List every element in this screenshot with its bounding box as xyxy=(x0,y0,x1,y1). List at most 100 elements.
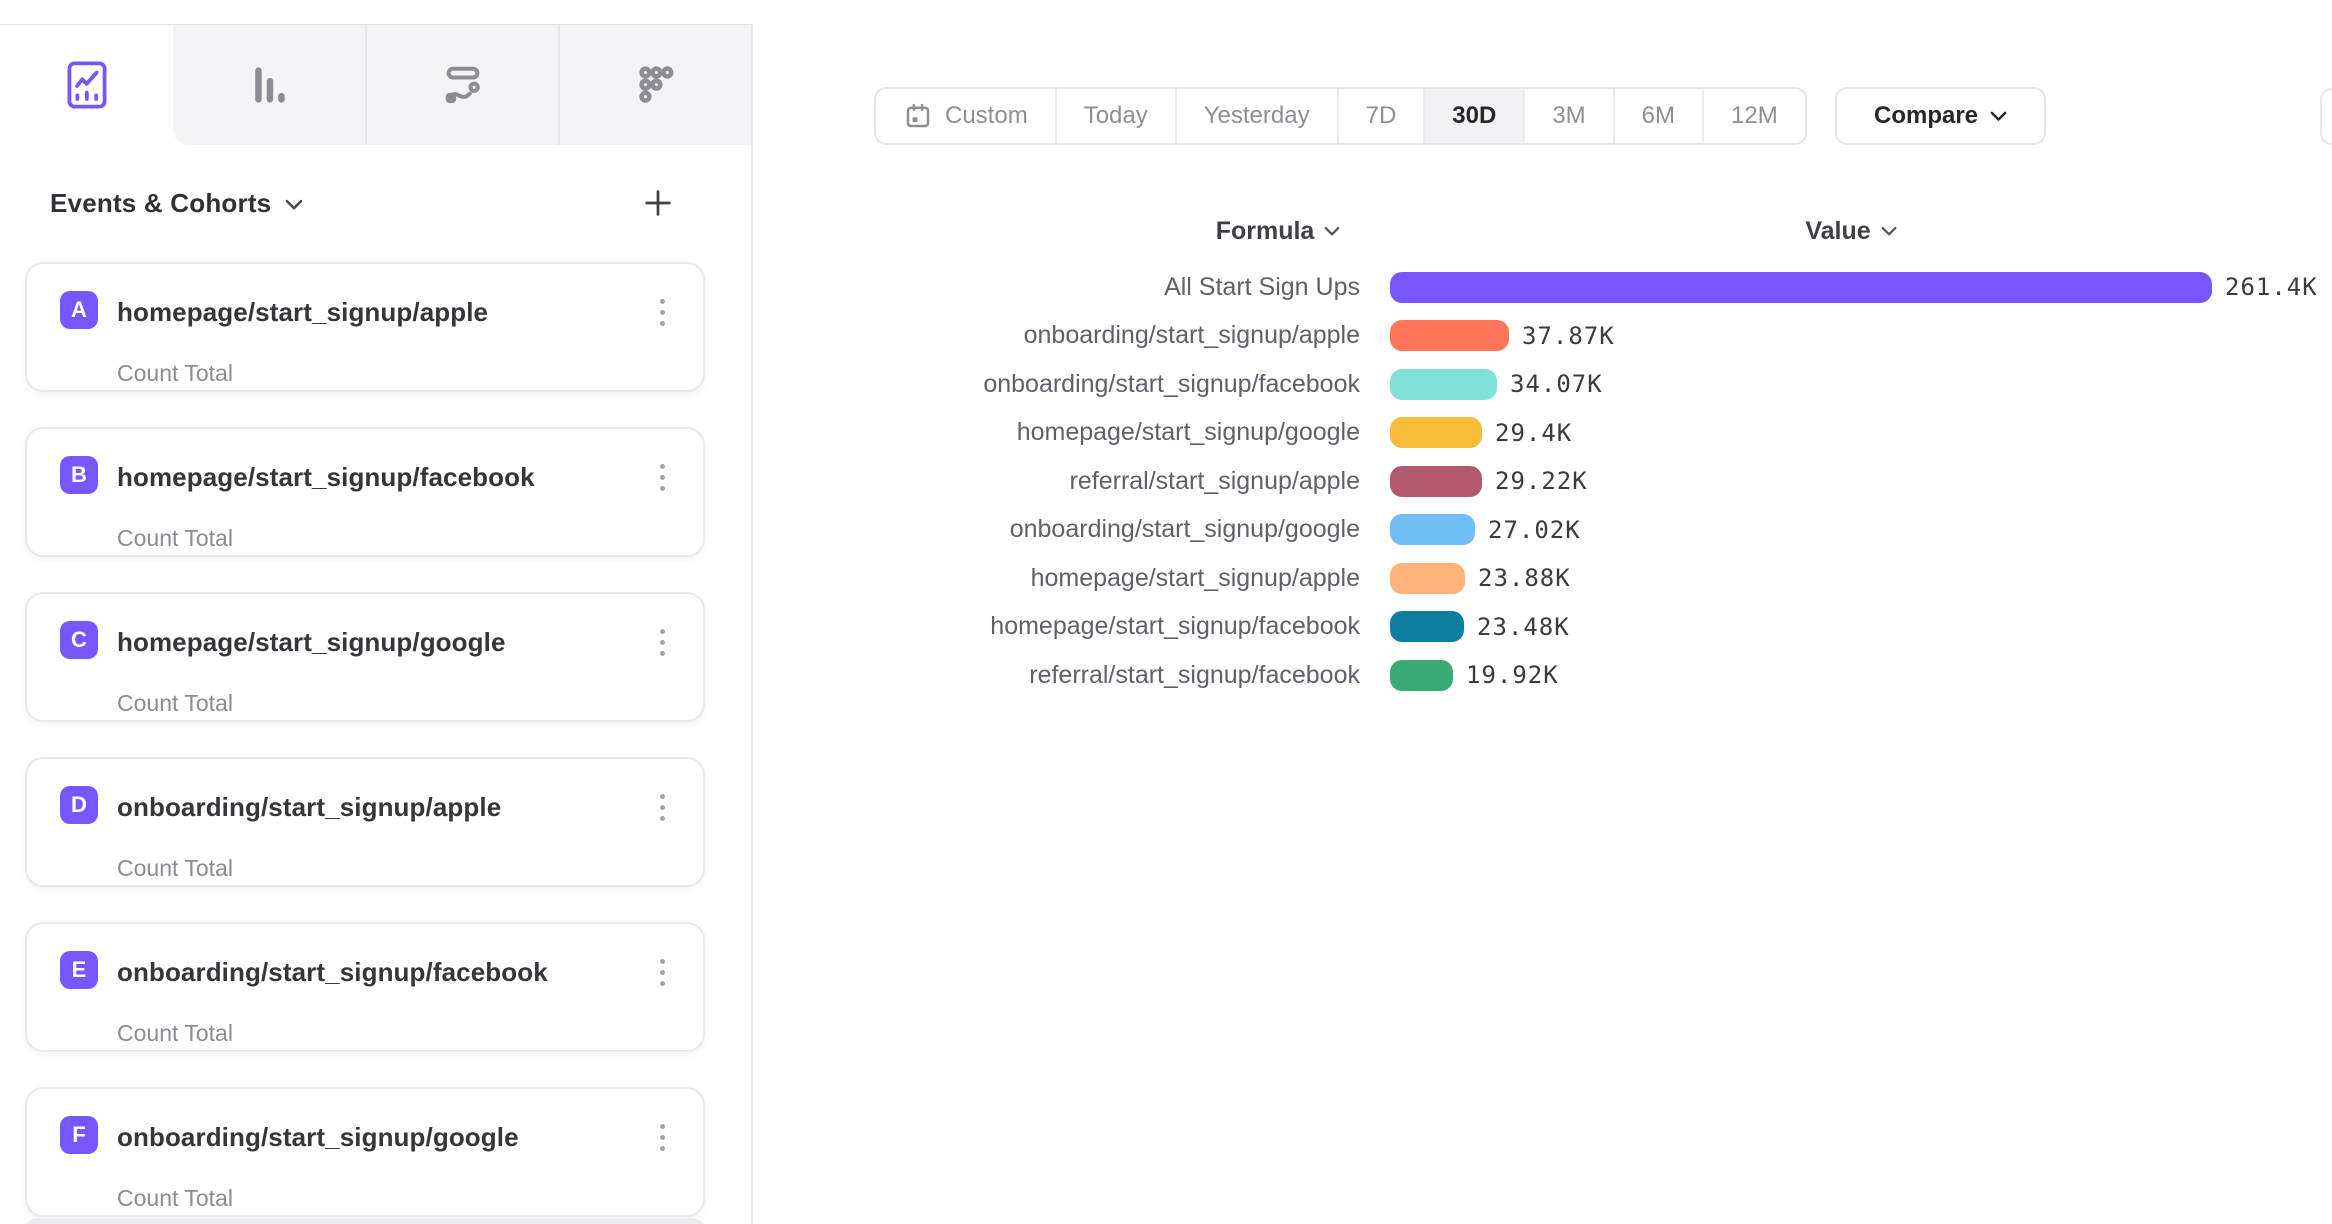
kebab-menu-icon[interactable] xyxy=(647,1119,677,1155)
series-bar[interactable] xyxy=(1390,514,1475,545)
event-card-F[interactable]: Fonboarding/start_signup/google Count Tot… xyxy=(25,1087,705,1217)
kebab-menu-icon[interactable] xyxy=(647,789,677,825)
date-range-control: Custom TodayYesterday7D30D3M6M12M xyxy=(874,87,1807,145)
series-value: 34.07K xyxy=(1510,370,1603,398)
series-value: 37.87K xyxy=(1522,322,1615,350)
series-bar[interactable] xyxy=(1390,611,1464,642)
kebab-menu-icon[interactable] xyxy=(647,294,677,330)
kebab-menu-icon[interactable] xyxy=(647,624,677,660)
bar-chart: All Start Sign Ups 261.4K onboarding/start… xyxy=(760,263,2318,700)
series-label[interactable]: onboarding/start_signup/google xyxy=(760,515,1360,544)
sidebar-header: Events & Cohorts xyxy=(50,178,680,228)
date-range-3m[interactable]: 3M xyxy=(1525,89,1614,143)
series-label[interactable]: onboarding/start_signup/apple xyxy=(760,321,1360,350)
event-measure[interactable]: Count Total xyxy=(117,360,233,387)
event-name: homepage/start_signup/google xyxy=(117,627,506,658)
chart-row: homepage/start_signup/facebook23.48K xyxy=(760,603,2318,652)
event-name: onboarding/start_signup/facebook xyxy=(117,957,548,988)
event-card-C[interactable]: Chomepage/start_signup/googleCount Total xyxy=(25,592,705,722)
event-name: homepage/start_signup/apple xyxy=(117,297,488,328)
tab-flows[interactable] xyxy=(367,25,559,145)
value-column-header[interactable]: Value xyxy=(1701,213,2001,249)
series-label[interactable]: homepage/start_signup/apple xyxy=(760,564,1360,593)
series-bar[interactable] xyxy=(1390,466,1482,497)
inactive-tabs-group xyxy=(173,25,752,145)
chevron-down-icon xyxy=(1881,226,1897,237)
date-range-custom[interactable]: Custom xyxy=(876,89,1057,143)
series-value: 29.22K xyxy=(1495,467,1588,495)
value-header-label: Value xyxy=(1805,217,1870,246)
event-card-D[interactable]: Donboarding/start_signup/appleCount Tota… xyxy=(25,757,705,887)
series-label[interactable]: homepage/start_signup/google xyxy=(760,418,1360,447)
series-label[interactable]: All Start Sign Ups xyxy=(760,273,1360,302)
chart-row: homepage/start_signup/apple 23.88K xyxy=(760,554,2318,603)
chevron-down-icon xyxy=(285,199,303,211)
event-letter-badge: A xyxy=(60,291,98,329)
event-letter-badge: B xyxy=(60,456,98,494)
series-bar[interactable] xyxy=(1390,369,1497,400)
date-range-30d[interactable]: 30D xyxy=(1425,89,1525,143)
date-range-6m[interactable]: 6M xyxy=(1615,89,1704,143)
tab-retention[interactable] xyxy=(560,25,752,145)
series-bar[interactable] xyxy=(1390,417,1482,448)
insights-report-app: Events & Cohorts Ahomepage/start_signup/… xyxy=(0,0,2332,1224)
event-name: onboarding/start_signup/apple xyxy=(117,792,501,823)
series-bar[interactable] xyxy=(1390,563,1465,594)
series-label[interactable]: homepage/start_signup/facebook xyxy=(760,612,1360,641)
series-value: 29.4K xyxy=(1495,419,1572,447)
tab-bar-chart[interactable] xyxy=(173,25,365,145)
series-label[interactable]: onboarding/start_signup/facebook xyxy=(760,370,1360,399)
chart-row: onboarding/start_signup/apple 37.87K xyxy=(760,312,2318,361)
chart-type-tabbar xyxy=(0,24,752,145)
series-value: 23.88K xyxy=(1478,564,1571,592)
series-label[interactable]: referral/start_signup/apple xyxy=(760,467,1360,496)
chart-row: referral/start_signup/facebook 19.92K xyxy=(760,651,2318,700)
event-name: onboarding/start_signup/google xyxy=(117,1122,519,1153)
chevron-down-icon xyxy=(1990,111,2007,122)
event-measure[interactable]: Count Total xyxy=(117,855,233,882)
event-card-B[interactable]: Bhomepage/start_signup/facebook Count Tot… xyxy=(25,427,705,557)
next-card-peek xyxy=(25,1218,705,1224)
compare-label: Compare xyxy=(1874,102,1978,130)
chart-row: homepage/start_signup/google 29.4K xyxy=(760,409,2318,458)
bar-chart-icon xyxy=(246,62,292,108)
event-letter-badge: E xyxy=(60,951,98,989)
date-range-label: Custom xyxy=(945,102,1028,130)
event-card-E[interactable]: Eonboarding/start_signup/facebook Count T… xyxy=(25,922,705,1052)
series-label[interactable]: referral/start_signup/facebook xyxy=(760,661,1360,690)
tab-line-chart[interactable] xyxy=(0,25,173,145)
date-range-today[interactable]: Today xyxy=(1057,89,1177,143)
add-event-button[interactable] xyxy=(636,181,680,225)
series-value: 261.4K xyxy=(2225,273,2318,301)
date-range-yesterday[interactable]: Yesterday xyxy=(1177,89,1339,143)
chart-row: onboarding/start_signup/google 27.02K xyxy=(760,506,2318,555)
compare-button[interactable]: Compare xyxy=(1835,87,2046,145)
series-bar[interactable] xyxy=(1390,320,1509,351)
event-card-list: Ahomepage/start_signup/appleCount TotalB… xyxy=(25,262,705,1217)
clipped-edge-button[interactable] xyxy=(2320,88,2332,145)
series-bar[interactable] xyxy=(1390,272,2212,303)
event-name: homepage/start_signup/facebook xyxy=(117,462,535,493)
event-measure[interactable]: Count Total xyxy=(117,690,233,717)
kebab-menu-icon[interactable] xyxy=(647,459,677,495)
series-bar[interactable] xyxy=(1390,660,1453,691)
event-card-A[interactable]: Ahomepage/start_signup/apple Count Total xyxy=(25,262,705,392)
formula-header-label: Formula xyxy=(1216,217,1315,246)
event-measure[interactable]: Count Total xyxy=(117,525,233,552)
series-value: 27.02K xyxy=(1488,516,1581,544)
chart-row: referral/start_signup/apple 29.22K xyxy=(760,457,2318,506)
events-cohorts-title[interactable]: Events & Cohorts xyxy=(50,188,271,219)
line-chart-icon xyxy=(63,59,111,111)
date-range-7d[interactable]: 7D xyxy=(1339,89,1426,143)
event-measure[interactable]: Count Total xyxy=(117,1020,233,1047)
retention-icon xyxy=(633,62,679,108)
plus-icon xyxy=(641,186,675,220)
event-letter-badge: F xyxy=(60,1116,98,1154)
date-range-12m[interactable]: 12M xyxy=(1704,89,1805,143)
kebab-menu-icon[interactable] xyxy=(647,954,677,990)
chart-row: All Start Sign Ups 261.4K xyxy=(760,263,2318,312)
event-measure[interactable]: Count Total xyxy=(117,1185,233,1212)
flows-icon xyxy=(440,62,486,108)
formula-column-header[interactable]: Formula xyxy=(1128,213,1428,249)
series-value: 19.92K xyxy=(1466,661,1559,689)
